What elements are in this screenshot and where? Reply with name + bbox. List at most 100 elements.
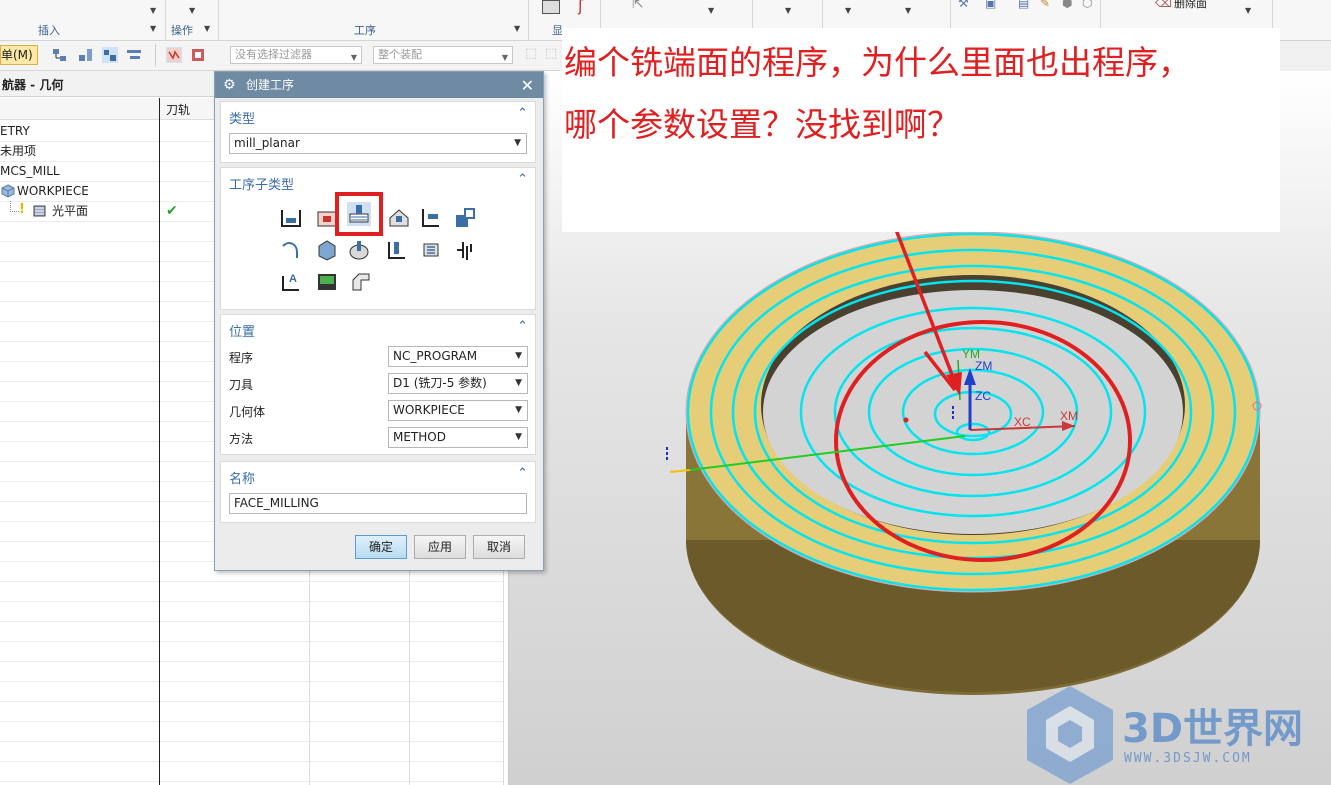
collapse-caret-icon[interactable]: ⌃ — [517, 106, 528, 121]
program-order-view-icon[interactable] — [52, 47, 68, 63]
xc-label: XC — [1014, 415, 1031, 429]
tree-item-label: WORKPIECE — [17, 184, 89, 198]
table-row[interactable] — [0, 741, 504, 762]
select-icon[interactable]: ⬚ — [525, 46, 537, 61]
ok-button[interactable]: 确定 — [355, 535, 407, 559]
annotation-box: 编个铣端面的程序，为什么里面也出程序， 哪个参数设置？没找到啊？ — [562, 28, 1280, 232]
close-icon[interactable]: ✕ — [521, 72, 534, 99]
type-section-title: 类型 — [229, 112, 256, 127]
chevron-down-icon[interactable]: ▼ — [1245, 6, 1251, 15]
create-program-icon[interactable] — [166, 47, 182, 63]
table-row[interactable] — [0, 701, 504, 722]
cancel-button[interactable]: 取消 — [473, 535, 525, 559]
watermark-url: WWW.3DSJW.COM — [1124, 751, 1252, 766]
display-icon[interactable] — [542, 0, 560, 14]
planar-text-icon[interactable]: A — [279, 270, 303, 294]
ribbon-group-insert: 插入 — [38, 24, 60, 37]
tool-icon[interactable]: ⚒ — [958, 0, 969, 10]
curve-icon[interactable]: ʃ — [578, 0, 583, 15]
warning-icon: ! — [19, 202, 25, 217]
delete-face-icon[interactable]: ⌫ — [1155, 0, 1172, 10]
thread-milling-icon[interactable] — [453, 238, 477, 262]
table-row[interactable] — [0, 661, 504, 682]
floor-wall-icon[interactable] — [279, 206, 303, 230]
cleanup-corners-icon[interactable] — [279, 238, 303, 262]
zm-label: ZM — [975, 359, 992, 373]
toolpath-ok-icon: ✔ — [166, 203, 178, 219]
dialog-title-bar[interactable]: ⚙ 创建工序 ✕ — [215, 72, 543, 98]
program-select-value: NC_PROGRAM — [393, 349, 478, 363]
groove-milling-icon[interactable] — [385, 238, 409, 262]
collapse-caret-icon[interactable]: ⌃ — [517, 466, 528, 481]
finish-floor-icon[interactable] — [347, 238, 371, 262]
column-toolpath[interactable]: 刀轨 — [166, 101, 190, 118]
method-select[interactable]: METHOD ▼ — [388, 427, 528, 448]
geometry-view-icon[interactable] — [102, 47, 118, 63]
navigator-title-text: 航器 - 几何 — [2, 78, 64, 92]
chevron-down-icon[interactable]: ▼ — [845, 6, 851, 15]
ribbon-group-process: 工序 — [354, 24, 376, 37]
method-label: 方法 — [229, 432, 254, 446]
collapse-caret-icon[interactable]: ⌃ — [517, 319, 528, 334]
machining-method-view-icon[interactable] — [126, 47, 142, 63]
chevron-down-icon[interactable]: ▼ — [905, 6, 911, 15]
type-select[interactable]: mill_planar ▼ — [229, 133, 527, 154]
chevron-down-icon[interactable]: ▼ — [150, 24, 156, 33]
operation-name-input[interactable]: FACE_MILLING — [229, 493, 527, 514]
create-operation-icon[interactable] — [190, 47, 206, 63]
pocket-floor — [763, 290, 1183, 534]
program-select[interactable]: NC_PROGRAM ▼ — [388, 346, 528, 367]
tool-icon[interactable]: ▤ — [1018, 0, 1029, 10]
chevron-down-icon[interactable]: ▼ — [150, 6, 156, 15]
table-row[interactable] — [0, 681, 504, 702]
collapse-caret-icon[interactable]: ⌃ — [517, 172, 528, 187]
tool-select[interactable]: D1 (铣刀-5 参数) ▼ — [388, 373, 528, 394]
table-row[interactable] — [0, 761, 504, 782]
table-row[interactable] — [0, 601, 504, 622]
face-milling-manual-icon[interactable] — [387, 206, 411, 230]
hole-milling-icon[interactable] — [419, 238, 443, 262]
tool-icon[interactable]: ▣ — [985, 0, 996, 10]
location-section-title: 位置 — [229, 325, 256, 340]
planar-mill-icon[interactable] — [419, 206, 443, 230]
face-milling-icon[interactable] — [347, 202, 371, 226]
tool-icon[interactable]: ⬡ — [1082, 0, 1092, 10]
create-operation-dialog: ⚙ 创建工序 ✕ 类型 ⌃ mill_planar ▼ 工序子类型 ⌃ A 位置… — [214, 71, 544, 571]
tool-icon[interactable]: ✎ — [1040, 0, 1050, 10]
apply-button[interactable]: 应用 — [414, 535, 466, 559]
annotation-line-2: 哪个参数设置？没找到啊？ — [564, 105, 960, 144]
chevron-down-icon[interactable]: ▼ — [514, 24, 520, 33]
planar-profile-icon[interactable] — [453, 206, 477, 230]
method-select-value: METHOD — [393, 430, 446, 444]
finish-walls-icon[interactable] — [315, 238, 339, 262]
menu-button[interactable]: 单(M) ▼ — [0, 45, 38, 81]
watermark-brand: 3D世界网 — [1122, 706, 1303, 752]
select-icon[interactable]: ⬚ — [545, 46, 557, 61]
tool-icon[interactable]: ⬢ — [1062, 0, 1072, 10]
selection-filter-dropdown[interactable]: 没有选择过滤器 ▼ — [230, 46, 362, 64]
watermark-logo — [1027, 686, 1113, 784]
table-row[interactable] — [0, 721, 504, 742]
chevron-down-icon[interactable]: ▼ — [189, 6, 195, 15]
chevron-down-icon[interactable]: ▼ — [785, 6, 791, 15]
assembly-scope-dropdown[interactable]: 整个装配 ▼ — [373, 46, 513, 64]
xm-label: XM — [1060, 409, 1078, 423]
ribbon-separator — [528, 0, 529, 40]
machine-tool-view-icon[interactable] — [78, 47, 94, 63]
geometry-select-value: WORKPIECE — [393, 403, 465, 417]
mill-control-icon[interactable] — [315, 270, 339, 294]
table-row[interactable] — [0, 641, 504, 662]
tree-item-label: 未用项 — [0, 144, 37, 158]
geometry-select[interactable]: WORKPIECE ▼ — [388, 400, 528, 421]
table-row[interactable] — [0, 621, 504, 642]
delete-face-button[interactable]: 删除面 — [1174, 0, 1207, 11]
location-section: 位置 ⌃ 程序 NC_PROGRAM ▼ 刀具 D1 (铣刀-5 参数) ▼ 几何体… — [220, 314, 536, 455]
mill-user-icon[interactable] — [349, 270, 373, 294]
cursor-icon[interactable]: ⇱ — [632, 0, 644, 12]
ribbon-separator — [165, 0, 166, 40]
chevron-down-icon[interactable]: ▼ — [708, 6, 714, 15]
face-milling-operation-icon — [33, 205, 46, 217]
table-row[interactable] — [0, 581, 504, 602]
chevron-down-icon[interactable]: ▼ — [204, 24, 210, 33]
tree-item-label: 光平面 — [52, 204, 89, 218]
